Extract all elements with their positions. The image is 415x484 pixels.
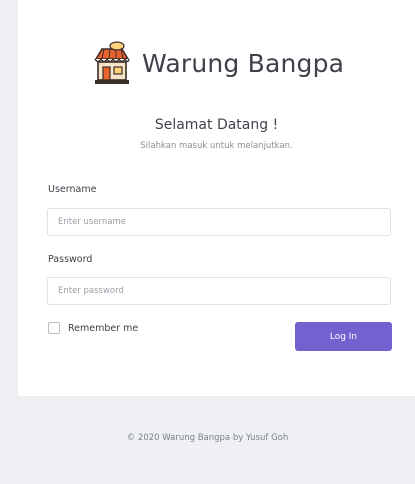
welcome-subtitle: Silahkan masuk untuk melanjutkan. — [140, 141, 293, 151]
username-input[interactable] — [47, 208, 391, 236]
remember-me-label: Remember me — [68, 322, 139, 334]
login-card: Warung Bangpa Selamat Datang ! Silahkan … — [18, 0, 415, 396]
remember-me-checkbox[interactable] — [48, 322, 60, 334]
login-button[interactable]: Log In — [295, 322, 392, 351]
brand-name: Warung Bangpa — [142, 48, 345, 78]
login-page: Warung Bangpa Selamat Datang ! Silahkan … — [0, 0, 415, 484]
store-icon — [90, 39, 134, 87]
brand: Warung Bangpa — [90, 38, 344, 88]
welcome-title: Selamat Datang ! — [154, 117, 279, 133]
remember-me[interactable]: Remember me — [48, 322, 138, 334]
password-input[interactable] — [47, 277, 391, 305]
username-label: Username — [48, 184, 97, 195]
footer-copyright: © 2020 Warung Bangpa by Yusuf Goh — [126, 433, 289, 443]
password-label: Password — [48, 254, 93, 265]
